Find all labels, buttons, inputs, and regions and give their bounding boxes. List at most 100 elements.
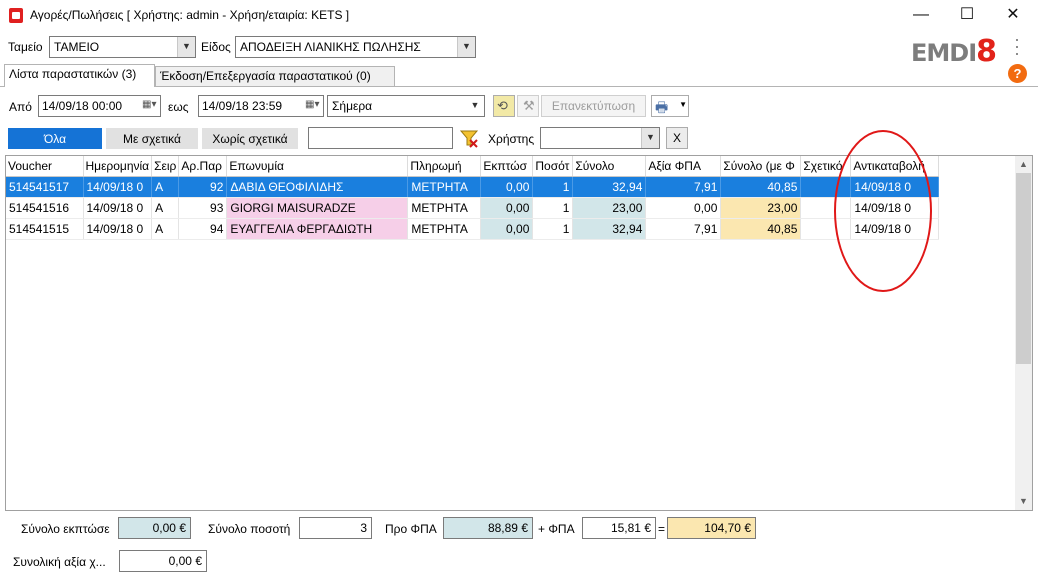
tameio-select[interactable]: ΤΑΜΕΙΟ ▼: [49, 36, 196, 58]
refresh-button[interactable]: ⟲: [493, 95, 515, 117]
logo-number: 8: [976, 34, 997, 69]
pre-vat-value: 88,89 €: [443, 517, 533, 539]
cell-discount: 0,00: [480, 197, 534, 219]
cell-total-vat: 23,00: [720, 197, 802, 219]
cell-qty: 1: [532, 176, 574, 198]
grid-scrollbar[interactable]: ▲ ▼: [1015, 156, 1032, 510]
cell-total-vat: 40,85: [720, 176, 802, 198]
table-row[interactable]: 514541517 14/09/18 0 A 92 ΔΑΒΙΔ ΘΕΟΦΙΛΙΔΗΣ ΜΕ…: [6, 176, 940, 198]
eidos-label: Είδος: [201, 40, 231, 54]
filter-related-button[interactable]: Με σχετικά: [106, 128, 198, 149]
column-header-related[interactable]: Σχετικό: [800, 156, 852, 177]
documents-grid[interactable]: Voucher Ημερομηνία Σειρ Αρ.Παρ Επωνυμία Πληρω…: [5, 155, 1033, 511]
tameio-value: ΤΑΜΕΙΟ: [54, 40, 100, 54]
cell-total-vat: 40,85: [720, 218, 802, 240]
column-header-series[interactable]: Σειρ: [151, 156, 180, 177]
column-header-total[interactable]: Σύνολο: [572, 156, 647, 177]
cell-cod: 14/09/18 0: [850, 218, 940, 240]
column-header-name[interactable]: Επωνυμία: [226, 156, 409, 177]
calendar-icon[interactable]: ▦▾: [142, 99, 158, 113]
cell-name: ΔΑΒΙΔ ΘΕΟΦΙΛΙΔΗΣ: [226, 176, 409, 198]
eidos-value: ΑΠΟΔΕΙΞΗ ΛΙΑΝΙΚΗΣ ΠΩΛΗΣΗΣ: [240, 40, 421, 54]
tab-document-edit[interactable]: Έκδοση/Επεξεργασία παραστατικού (0): [155, 66, 395, 86]
title-bar: Αγορές/Πωλήσεις [ Χρήστης: admin - Χρήση…: [0, 0, 1038, 32]
cell-total: 32,94: [572, 218, 647, 240]
table-row[interactable]: 514541515 14/09/18 0 A 94 ΕΥΑΓΓΕΛΙΑ ΦΕΡΓΑΔΙΩ…: [6, 218, 940, 240]
more-options-icon[interactable]: · · ·: [1010, 30, 1024, 62]
cell-vat: 7,91: [645, 176, 722, 198]
logo-text: EMDI: [911, 39, 977, 67]
close-button[interactable]: ✕: [990, 0, 1036, 32]
cell-voucher: 514541515: [6, 218, 84, 240]
from-label: Από: [9, 100, 32, 114]
filter-unrelated-button[interactable]: Χωρίς σχετικά: [202, 128, 298, 149]
clear-filter-button[interactable]: [458, 127, 480, 149]
clear-user-button[interactable]: X: [666, 127, 688, 149]
chevron-down-icon[interactable]: ▼: [466, 96, 484, 116]
discount-total-label: Σύνολο εκπτώσε: [21, 522, 110, 536]
cell-qty: 1: [532, 218, 574, 240]
refresh-icon: ⟲: [497, 98, 508, 113]
from-date-input[interactable]: 14/09/18 00:00 ▦▾: [38, 95, 161, 117]
search-input[interactable]: [308, 127, 453, 149]
user-label: Χρήστης: [488, 132, 535, 146]
cell-date: 14/09/18 0: [83, 197, 153, 219]
scroll-thumb[interactable]: [1016, 173, 1031, 364]
cell-number: 92: [178, 176, 228, 198]
to-date-input[interactable]: 14/09/18 23:59 ▦▾: [198, 95, 324, 117]
column-header-cod[interactable]: Αντικαταβολή: [850, 156, 940, 177]
column-header-voucher[interactable]: Voucher: [6, 156, 84, 177]
cell-number: 93: [178, 197, 228, 219]
cell-name: GIORGI MAISURADZE: [226, 197, 409, 219]
help-icon[interactable]: ?: [1008, 64, 1027, 83]
total-value-label: Συνολική αξία χ...: [13, 555, 106, 569]
magic-wand-icon: ⚒: [523, 98, 535, 113]
period-value: Σήμερα: [332, 99, 373, 113]
emdi-logo: EMDI8: [911, 34, 997, 69]
column-header-total-vat[interactable]: Σύνολο (με Φ: [720, 156, 802, 177]
column-header-date[interactable]: Ημερομηνία: [83, 156, 153, 177]
column-header-payment[interactable]: Πληρωμή: [407, 156, 482, 177]
period-select[interactable]: Σήμερα ▼: [327, 95, 485, 117]
wand-button[interactable]: ⚒: [517, 95, 539, 117]
total-value: 0,00 €: [119, 550, 207, 572]
cell-total: 32,94: [572, 176, 647, 198]
column-header-discount[interactable]: Εκπτώσ: [480, 156, 534, 177]
chevron-down-icon[interactable]: ▼: [679, 100, 687, 109]
column-header-number[interactable]: Αρ.Παρ: [178, 156, 228, 177]
from-date-value: 14/09/18 00:00: [42, 99, 123, 113]
tab-document-list[interactable]: Λίστα παραστατικών (3): [4, 64, 155, 87]
scroll-up-icon[interactable]: ▲: [1015, 156, 1032, 173]
chevron-down-icon[interactable]: ▼: [177, 37, 195, 57]
plus-vat-label: + ΦΠΑ: [538, 522, 575, 536]
cell-date: 14/09/18 0: [83, 176, 153, 198]
maximize-button[interactable]: ☐: [944, 0, 990, 32]
print-button[interactable]: 🖶 ▼: [651, 95, 689, 117]
cell-series: A: [151, 176, 180, 198]
window-title: Αγορές/Πωλήσεις [ Χρήστης: admin - Χρήση…: [30, 8, 350, 22]
cell-series: A: [151, 197, 180, 219]
filter-all-button[interactable]: Όλα: [8, 128, 102, 149]
eidos-select[interactable]: ΑΠΟΔΕΙΞΗ ΛΙΑΝΙΚΗΣ ΠΩΛΗΣΗΣ ▼: [235, 36, 476, 58]
table-row[interactable]: 514541516 14/09/18 0 A 93 GIORGI MAISURADZE Μ…: [6, 197, 940, 219]
cell-date: 14/09/18 0: [83, 218, 153, 240]
cell-vat: 0,00: [645, 197, 722, 219]
cell-cod: 14/09/18 0: [850, 197, 940, 219]
cell-cod: 14/09/18 0: [850, 176, 940, 198]
column-header-qty[interactable]: Ποσότ: [532, 156, 574, 177]
chevron-down-icon[interactable]: ▼: [641, 128, 659, 148]
reprint-button[interactable]: Επανεκτύπωση: [541, 95, 646, 117]
cell-payment: ΜΕΤΡΗΤΑ: [407, 176, 482, 198]
chevron-down-icon[interactable]: ▼: [457, 37, 475, 57]
to-label: εως: [168, 100, 189, 114]
vat-value: 15,81 €: [582, 517, 656, 539]
calendar-icon[interactable]: ▦▾: [305, 99, 321, 113]
user-select[interactable]: ▼: [540, 127, 660, 149]
minimize-button[interactable]: —: [898, 0, 944, 32]
column-header-vat[interactable]: Αξία ΦΠΑ: [645, 156, 722, 177]
tameio-label: Ταμείο: [8, 40, 43, 54]
cell-total: 23,00: [572, 197, 647, 219]
scroll-down-icon[interactable]: ▼: [1015, 493, 1032, 510]
to-date-value: 14/09/18 23:59: [202, 99, 283, 113]
equals-sign: =: [658, 522, 666, 536]
